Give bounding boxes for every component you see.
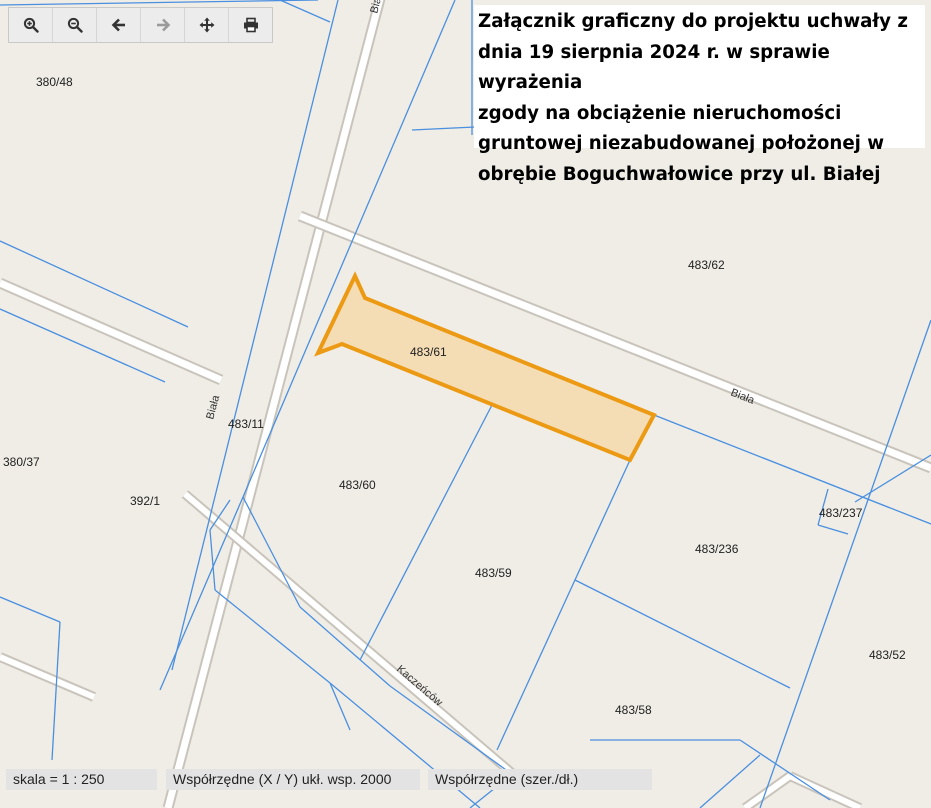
parcel-label: 380/48 xyxy=(36,75,73,89)
zoom-in-button[interactable] xyxy=(9,8,53,42)
parcel-label: 483/60 xyxy=(339,478,376,492)
parcel-label: 483/58 xyxy=(615,703,652,717)
zoom-out-button[interactable] xyxy=(53,8,97,42)
arrow-left-icon xyxy=(111,18,125,32)
parcel-label: 483/11 xyxy=(228,417,264,431)
forward-button[interactable] xyxy=(141,8,185,42)
map-toolbar xyxy=(8,7,273,43)
parcel-label: 483/59 xyxy=(475,566,512,580)
back-button[interactable] xyxy=(97,8,141,42)
parcel-label: 380/37 xyxy=(3,455,40,469)
pan-button[interactable] xyxy=(185,8,229,42)
printer-icon xyxy=(243,17,258,33)
arrow-right-icon xyxy=(156,18,170,32)
coordinates-latlon-readout: Współrzędne (szer./dł.) xyxy=(428,769,652,790)
status-bar: skala = 1 : 250 Współrzędne (X / Y) ukł.… xyxy=(0,769,931,790)
coordinates-xy-readout: Współrzędne (X / Y) ukł. wsp. 2000 xyxy=(166,769,420,790)
parcel-label: 483/61 xyxy=(410,345,447,359)
zoom-out-icon xyxy=(67,17,83,33)
title-line: gruntowej niezabudowanej położonej w xyxy=(478,133,885,155)
title-line: zgody na obciążenie nieruchomości xyxy=(478,102,842,124)
move-icon xyxy=(199,17,214,33)
parcel-label: 392/1 xyxy=(130,494,160,508)
title-line: obrębie Boguchwałowice przy ul. Białej xyxy=(478,163,881,185)
parcel-label: 483/236 xyxy=(695,542,739,556)
print-button[interactable] xyxy=(229,8,272,42)
parcel-label: 483/237 xyxy=(819,506,863,520)
zoom-in-icon xyxy=(23,17,39,33)
title-line: dnia 19 sierpnia 2024 r. w sprawie wyraż… xyxy=(478,41,830,94)
scale-readout: skala = 1 : 250 xyxy=(6,769,157,790)
parcel-label: 483/62 xyxy=(688,258,725,272)
map-title-box: Załącznik graficzny do projektu uchwały … xyxy=(474,5,925,185)
title-line: Załącznik graficzny do projektu uchwały … xyxy=(478,11,908,32)
parcel-label: 483/52 xyxy=(869,648,906,662)
